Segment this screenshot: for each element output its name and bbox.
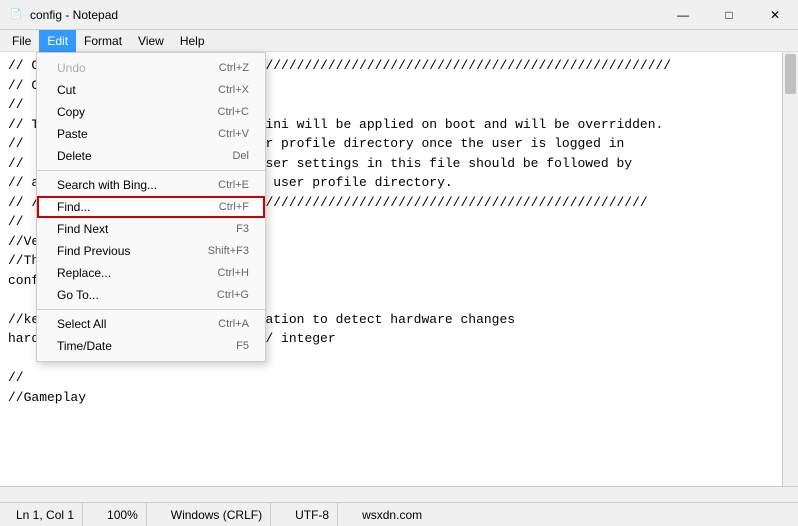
- menu-item-find-label: Find...: [57, 200, 90, 214]
- separator-1: [37, 170, 265, 171]
- menu-item-goto-shortcut: Ctrl+G: [217, 289, 249, 301]
- window-controls: — □ ✕: [660, 0, 798, 30]
- menu-item-copy-shortcut: Ctrl+C: [218, 106, 249, 118]
- menu-item-replace-label: Replace...: [57, 266, 111, 280]
- menu-item-cut[interactable]: Cut Ctrl+X: [37, 79, 265, 101]
- status-position: Ln 1, Col 1: [8, 503, 83, 526]
- menu-item-copy[interactable]: Copy Ctrl+C: [37, 101, 265, 123]
- menu-item-find-previous[interactable]: Find Previous Shift+F3: [37, 240, 265, 262]
- menu-edit[interactable]: Edit: [39, 30, 76, 52]
- minimize-button[interactable]: —: [660, 0, 706, 30]
- menu-item-goto[interactable]: Go To... Ctrl+G: [37, 284, 265, 306]
- menu-item-cut-shortcut: Ctrl+X: [218, 84, 249, 96]
- menu-item-find-next-shortcut: F3: [236, 223, 249, 235]
- title-bar-left: 📄 config - Notepad: [8, 7, 118, 23]
- menu-item-paste-shortcut: Ctrl+V: [218, 128, 249, 140]
- menu-bar: File Edit Format View Help: [0, 30, 798, 52]
- menu-item-delete-shortcut: Del: [232, 150, 249, 162]
- status-bar: Ln 1, Col 1 100% Windows (CRLF) UTF-8 ws…: [0, 502, 798, 526]
- horizontal-scrollbar[interactable]: [0, 486, 798, 502]
- menu-item-find[interactable]: Find... Ctrl+F: [37, 196, 265, 218]
- menu-item-time-date-label: Time/Date: [57, 339, 112, 353]
- menu-item-goto-label: Go To...: [57, 288, 99, 302]
- menu-item-undo[interactable]: Undo Ctrl+Z: [37, 57, 265, 79]
- menu-item-delete-label: Delete: [57, 149, 92, 163]
- menu-help[interactable]: Help: [172, 30, 213, 52]
- menu-item-find-next-label: Find Next: [57, 222, 108, 236]
- menu-item-select-all-label: Select All: [57, 317, 106, 331]
- menu-item-search-bing-shortcut: Ctrl+E: [218, 179, 249, 191]
- vertical-scrollbar[interactable]: [782, 52, 798, 502]
- menu-item-find-previous-label: Find Previous: [57, 244, 130, 258]
- menu-item-paste[interactable]: Paste Ctrl+V: [37, 123, 265, 145]
- menu-item-cut-label: Cut: [57, 83, 76, 97]
- close-button[interactable]: ✕: [752, 0, 798, 30]
- separator-2: [37, 309, 265, 310]
- menu-item-find-shortcut: Ctrl+F: [219, 201, 249, 213]
- menu-item-copy-label: Copy: [57, 105, 85, 119]
- menu-item-search-bing-label: Search with Bing...: [57, 178, 157, 192]
- window-title: config - Notepad: [30, 8, 118, 22]
- status-zoom: 100%: [99, 503, 147, 526]
- scrollbar-thumb[interactable]: [785, 54, 796, 94]
- app-icon: 📄: [8, 7, 24, 23]
- title-bar: 📄 config - Notepad — □ ✕: [0, 0, 798, 30]
- menu-item-paste-label: Paste: [57, 127, 88, 141]
- menu-item-undo-shortcut: Ctrl+Z: [219, 62, 249, 74]
- menu-item-time-date[interactable]: Time/Date F5: [37, 335, 265, 357]
- maximize-button[interactable]: □: [706, 0, 752, 30]
- menu-item-replace-shortcut: Ctrl+H: [218, 267, 249, 279]
- menu-item-undo-label: Undo: [57, 61, 86, 75]
- menu-item-delete[interactable]: Delete Del: [37, 145, 265, 167]
- menu-item-search-bing[interactable]: Search with Bing... Ctrl+E: [37, 174, 265, 196]
- menu-item-replace[interactable]: Replace... Ctrl+H: [37, 262, 265, 284]
- menu-view[interactable]: View: [130, 30, 172, 52]
- menu-item-find-previous-shortcut: Shift+F3: [208, 245, 249, 257]
- status-line-ending: Windows (CRLF): [163, 503, 271, 526]
- menu-item-time-date-shortcut: F5: [236, 340, 249, 352]
- menu-item-select-all-shortcut: Ctrl+A: [218, 318, 249, 330]
- edit-dropdown-menu: Undo Ctrl+Z Cut Ctrl+X Copy Ctrl+C Paste…: [36, 52, 266, 362]
- menu-item-find-next[interactable]: Find Next F3: [37, 218, 265, 240]
- menu-format[interactable]: Format: [76, 30, 130, 52]
- menu-item-select-all[interactable]: Select All Ctrl+A: [37, 313, 265, 335]
- menu-file[interactable]: File: [4, 30, 39, 52]
- status-extra: wsxdn.com: [354, 503, 430, 526]
- status-encoding: UTF-8: [287, 503, 338, 526]
